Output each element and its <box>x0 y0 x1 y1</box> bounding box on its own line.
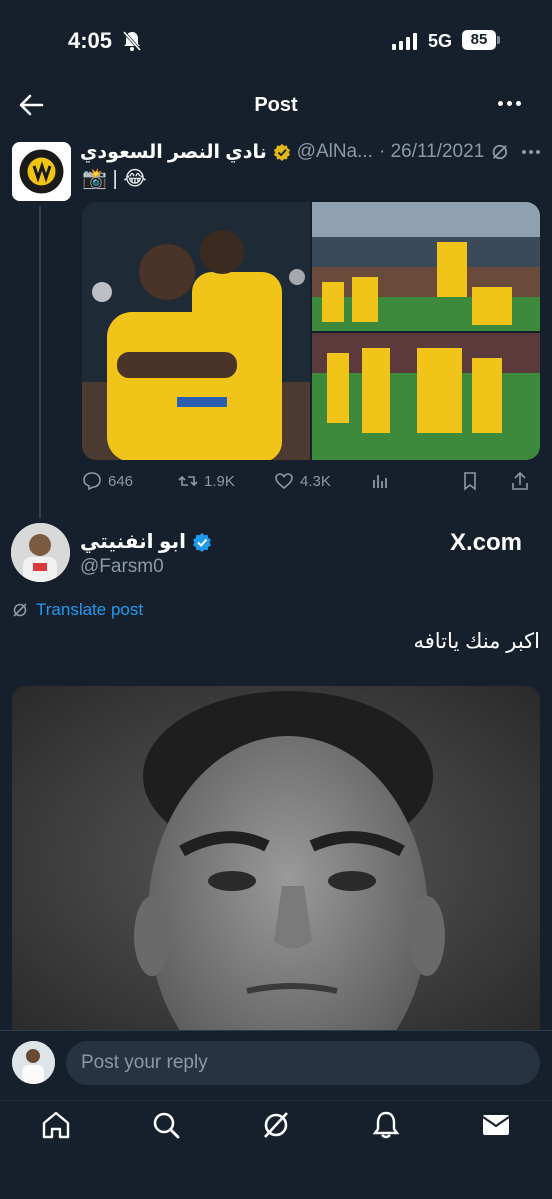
home-icon[interactable] <box>41 1110 71 1140</box>
photo-team-group[interactable] <box>312 333 540 460</box>
battery-icon: 85 <box>462 30 496 50</box>
avatar[interactable] <box>11 523 70 582</box>
like-action[interactable]: 4.3K <box>274 471 370 491</box>
share-action[interactable] <box>510 471 536 491</box>
bookmark-icon <box>464 472 476 491</box>
watermark: X.com <box>450 529 523 556</box>
bookmark-action[interactable] <box>460 471 510 491</box>
battery-tip <box>497 36 500 44</box>
repost-icon <box>178 475 198 487</box>
repost-action[interactable]: 1.9K <box>178 471 274 491</box>
grok-tab-icon[interactable] <box>261 1110 291 1140</box>
translate-label: Translate post <box>36 600 144 619</box>
post-date: · 26/11/2021 <box>378 141 485 162</box>
search-icon[interactable] <box>151 1110 181 1140</box>
status-time: 4:05 <box>68 28 113 53</box>
thread-line <box>39 206 41 518</box>
photo-team-hug[interactable] <box>312 202 540 331</box>
signal-icon <box>392 32 417 50</box>
photo-portrait[interactable] <box>12 686 540 1036</box>
views-action[interactable] <box>370 471 460 491</box>
tweet-actions: 646 1.9K 4.3K <box>82 468 540 494</box>
bell-slash-icon <box>122 31 142 51</box>
network-type: 5G <box>428 31 453 51</box>
gold-verified-icon <box>273 143 290 161</box>
handle[interactable]: @Farsm0 <box>80 556 164 578</box>
reply-action[interactable]: 646 <box>82 471 178 491</box>
reply-author: ابو انفنيتي <box>80 529 212 554</box>
tweet-text: 📸 | 😂 <box>82 168 147 190</box>
blue-verified-icon <box>192 532 211 552</box>
reply-icon <box>83 472 101 491</box>
messages-icon[interactable] <box>481 1110 511 1140</box>
share-icon <box>512 471 528 490</box>
repost-count: 1.9K <box>204 472 235 490</box>
views-icon <box>373 475 387 488</box>
page-title: Post <box>254 94 298 116</box>
like-icon <box>275 473 293 490</box>
tweet-text: اكبر منك ياتافه <box>413 630 541 653</box>
avatar <box>12 1041 55 1084</box>
display-name[interactable]: نادي النصر السعودي <box>80 141 267 164</box>
reply-count: 646 <box>108 472 134 490</box>
avatar[interactable] <box>12 142 71 201</box>
grok-icon[interactable] <box>490 141 510 163</box>
tweet-header: نادي النصر السعودي @AlNa... · 26/11/2021 <box>80 138 540 166</box>
translate-icon <box>13 603 27 617</box>
more-icon[interactable] <box>498 101 521 106</box>
photo-celebration[interactable] <box>82 202 310 460</box>
reply-input[interactable] <box>66 1041 540 1085</box>
handle[interactable]: @AlNa... <box>297 141 373 163</box>
translate-post-link[interactable]: Translate post <box>12 600 143 620</box>
notifications-icon[interactable] <box>371 1110 401 1140</box>
tweet-more-icon[interactable] <box>522 150 540 154</box>
display-name[interactable]: ابو انفنيتي <box>80 529 186 554</box>
like-count: 4.3K <box>300 472 331 490</box>
media-grid[interactable] <box>82 202 540 460</box>
